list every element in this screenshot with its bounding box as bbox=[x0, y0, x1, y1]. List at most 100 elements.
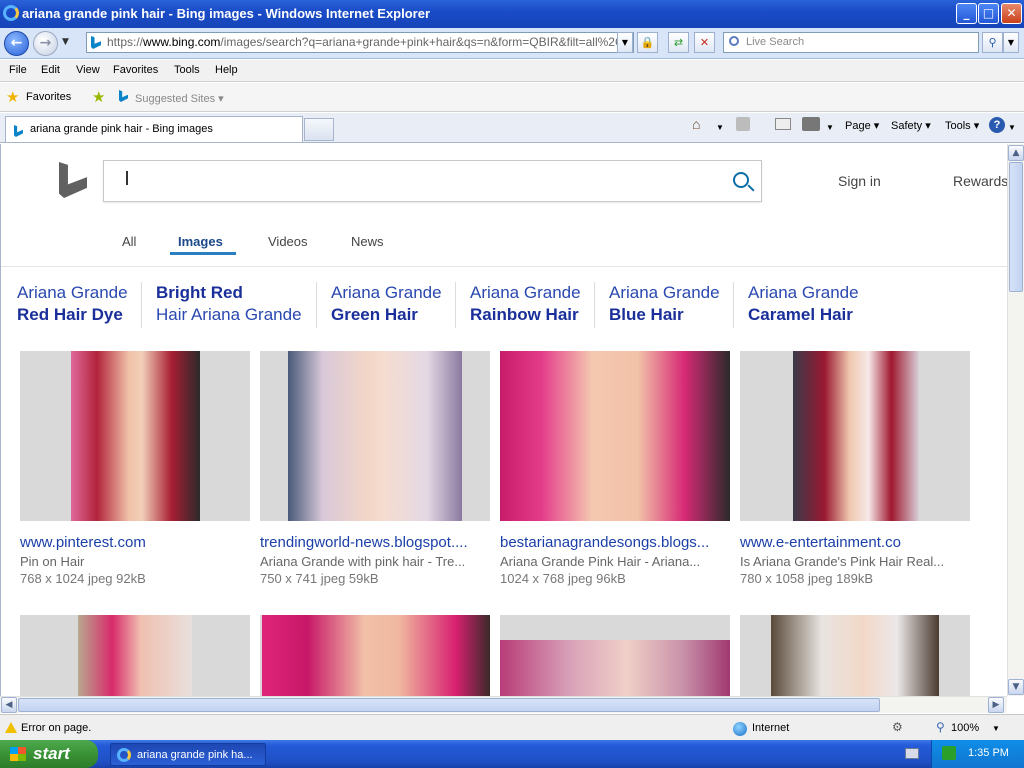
search-go-icon[interactable]: ⚲ bbox=[982, 32, 1003, 53]
related-search-green-hair[interactable]: Ariana Grande Green Hair bbox=[331, 282, 442, 326]
print-dropdown-icon[interactable]: ▼ bbox=[826, 123, 834, 132]
scroll-down-icon[interactable]: ▼ bbox=[1008, 679, 1024, 695]
add-favorite-icon[interactable]: ★ bbox=[92, 88, 105, 106]
bing-logo[interactable] bbox=[59, 162, 87, 198]
horizontal-scrollbar[interactable]: ◀ ▶ bbox=[0, 696, 1007, 713]
image-result-3[interactable] bbox=[500, 351, 730, 521]
keyboard-icon[interactable] bbox=[905, 748, 919, 759]
sign-in-link[interactable]: Sign in bbox=[838, 173, 881, 189]
image-result-8[interactable] bbox=[740, 615, 970, 696]
result-thumbnail bbox=[288, 351, 462, 521]
scroll-up-icon[interactable]: ▲ bbox=[1008, 145, 1024, 161]
print-icon[interactable] bbox=[802, 117, 820, 131]
result-source-link[interactable]: trendingworld-news.blogspot.... bbox=[260, 534, 492, 551]
menu-view[interactable]: View bbox=[76, 64, 100, 76]
back-button[interactable]: ← bbox=[4, 31, 29, 56]
result-description[interactable]: Ariana Grande with pink hair - Tre... bbox=[260, 554, 492, 569]
tab-bing-images[interactable]: ariana grande pink hair - Bing images bbox=[5, 116, 303, 142]
home-dropdown-icon[interactable]: ▼ bbox=[716, 123, 724, 132]
vertical-scroll-thumb[interactable] bbox=[1009, 162, 1023, 292]
status-text[interactable]: Error on page. bbox=[21, 722, 91, 734]
tab-videos[interactable]: Videos bbox=[268, 234, 308, 249]
result-description[interactable]: Ariana Grande Pink Hair - Ariana... bbox=[500, 554, 732, 569]
address-bar[interactable]: https://www.bing.com/images/search?q=ari… bbox=[86, 32, 634, 53]
live-search-input[interactable]: Live Search bbox=[723, 32, 979, 53]
protected-mode-icon[interactable]: ⚙ bbox=[892, 720, 903, 734]
clock[interactable]: 1:35 PM bbox=[968, 747, 1009, 759]
refresh-icon[interactable]: ⇄ bbox=[668, 32, 689, 53]
result-meta: 1024 x 768 jpeg 96kB bbox=[500, 571, 626, 586]
related-line1: Bright Red bbox=[156, 283, 243, 302]
bing-search-input[interactable] bbox=[103, 160, 762, 202]
related-line2: Green Hair bbox=[331, 305, 418, 324]
address-dropdown-icon[interactable]: ▼ bbox=[617, 32, 633, 53]
related-search-bright-red[interactable]: Bright Red Hair Ariana Grande bbox=[156, 282, 302, 326]
search-options-icon[interactable]: ▼ bbox=[1003, 32, 1019, 53]
vertical-scrollbar[interactable]: ▲ ▼ bbox=[1007, 144, 1024, 696]
menu-help[interactable]: Help bbox=[215, 64, 238, 76]
menu-file[interactable]: File bbox=[9, 64, 27, 76]
menu-favorites[interactable]: Favorites bbox=[113, 64, 158, 76]
taskbar: start ariana grande pink ha... 1:35 PM bbox=[0, 740, 1024, 768]
lock-icon[interactable]: 🔒 bbox=[637, 32, 658, 53]
stop-icon[interactable]: ✕ bbox=[694, 32, 715, 53]
favorites-button[interactable]: Favorites bbox=[26, 91, 71, 103]
warning-icon[interactable] bbox=[5, 722, 17, 733]
network-icon[interactable] bbox=[942, 746, 956, 760]
feeds-icon[interactable] bbox=[736, 117, 750, 131]
result-meta: 750 x 741 jpeg 59kB bbox=[260, 571, 379, 586]
result-description[interactable]: Is Ariana Grande's Pink Hair Real... bbox=[740, 554, 972, 569]
tab-all[interactable]: All bbox=[122, 234, 136, 249]
zoom-icon[interactable]: ⚲ bbox=[936, 720, 945, 734]
help-icon[interactable]: ? bbox=[989, 117, 1005, 133]
scroll-right-icon[interactable]: ▶ bbox=[988, 697, 1004, 713]
tab-title: ariana grande pink hair - Bing images bbox=[30, 123, 213, 135]
suggested-sites-link[interactable]: Suggested Sites ▾ bbox=[135, 92, 224, 105]
page-menu[interactable]: Page ▾ bbox=[845, 119, 879, 132]
close-button[interactable]: ✕ bbox=[1001, 3, 1022, 24]
image-result-1[interactable] bbox=[20, 351, 250, 521]
start-button[interactable]: start bbox=[0, 740, 98, 768]
header-divider bbox=[1, 266, 1007, 267]
active-tab-underline bbox=[170, 252, 236, 255]
search-icon[interactable] bbox=[733, 172, 749, 188]
rewards-link[interactable]: Rewards bbox=[953, 173, 1007, 189]
tab-news[interactable]: News bbox=[351, 234, 384, 249]
result-source-link[interactable]: www.pinterest.com bbox=[20, 534, 252, 551]
image-result-7[interactable] bbox=[500, 615, 730, 696]
new-tab-button[interactable] bbox=[304, 118, 334, 141]
result-thumbnail bbox=[500, 351, 730, 521]
image-result-2[interactable] bbox=[260, 351, 490, 521]
scroll-left-icon[interactable]: ◀ bbox=[1, 697, 17, 713]
tab-images[interactable]: Images bbox=[178, 234, 223, 249]
taskbar-ie-window[interactable]: ariana grande pink ha... bbox=[110, 743, 266, 766]
related-line1: Ariana Grande bbox=[470, 283, 581, 302]
result-source-link[interactable]: bestarianagrandesongs.blogs... bbox=[500, 534, 732, 551]
image-result-6[interactable] bbox=[260, 615, 490, 696]
related-search-caramel-hair[interactable]: Ariana Grande Caramel Hair bbox=[748, 282, 859, 326]
safety-menu[interactable]: Safety ▾ bbox=[891, 119, 931, 132]
related-search-red-hair-dye[interactable]: Ariana Grande Red Hair Dye bbox=[17, 282, 128, 326]
result-source-link[interactable]: www.e-entertainment.co bbox=[740, 534, 972, 551]
menu-edit[interactable]: Edit bbox=[41, 64, 60, 76]
tools-menu[interactable]: Tools ▾ bbox=[945, 119, 979, 132]
related-search-rainbow-hair[interactable]: Ariana Grande Rainbow Hair bbox=[470, 282, 581, 326]
image-result-4[interactable] bbox=[740, 351, 970, 521]
read-mail-icon[interactable] bbox=[775, 118, 791, 130]
zoom-dropdown-icon[interactable]: ▼ bbox=[992, 724, 1000, 733]
image-result-5[interactable] bbox=[20, 615, 250, 696]
related-search-blue-hair[interactable]: Ariana Grande Blue Hair bbox=[609, 282, 720, 326]
help-dropdown-icon[interactable]: ▼ bbox=[1008, 123, 1016, 132]
horizontal-scroll-thumb[interactable] bbox=[18, 698, 880, 712]
minimize-button[interactable]: _ bbox=[956, 3, 977, 24]
related-divider bbox=[455, 282, 456, 328]
related-divider bbox=[733, 282, 734, 328]
home-icon[interactable]: ⌂ bbox=[692, 116, 700, 132]
recent-pages-dropdown-icon[interactable]: ▼ bbox=[62, 37, 69, 47]
result-description[interactable]: Pin on Hair bbox=[20, 554, 252, 569]
text-caret bbox=[126, 171, 128, 185]
maximize-button[interactable]: □ bbox=[978, 3, 999, 24]
zoom-level[interactable]: 100% bbox=[951, 722, 979, 734]
menu-tools[interactable]: Tools bbox=[174, 64, 200, 76]
forward-button[interactable]: → bbox=[33, 31, 58, 56]
